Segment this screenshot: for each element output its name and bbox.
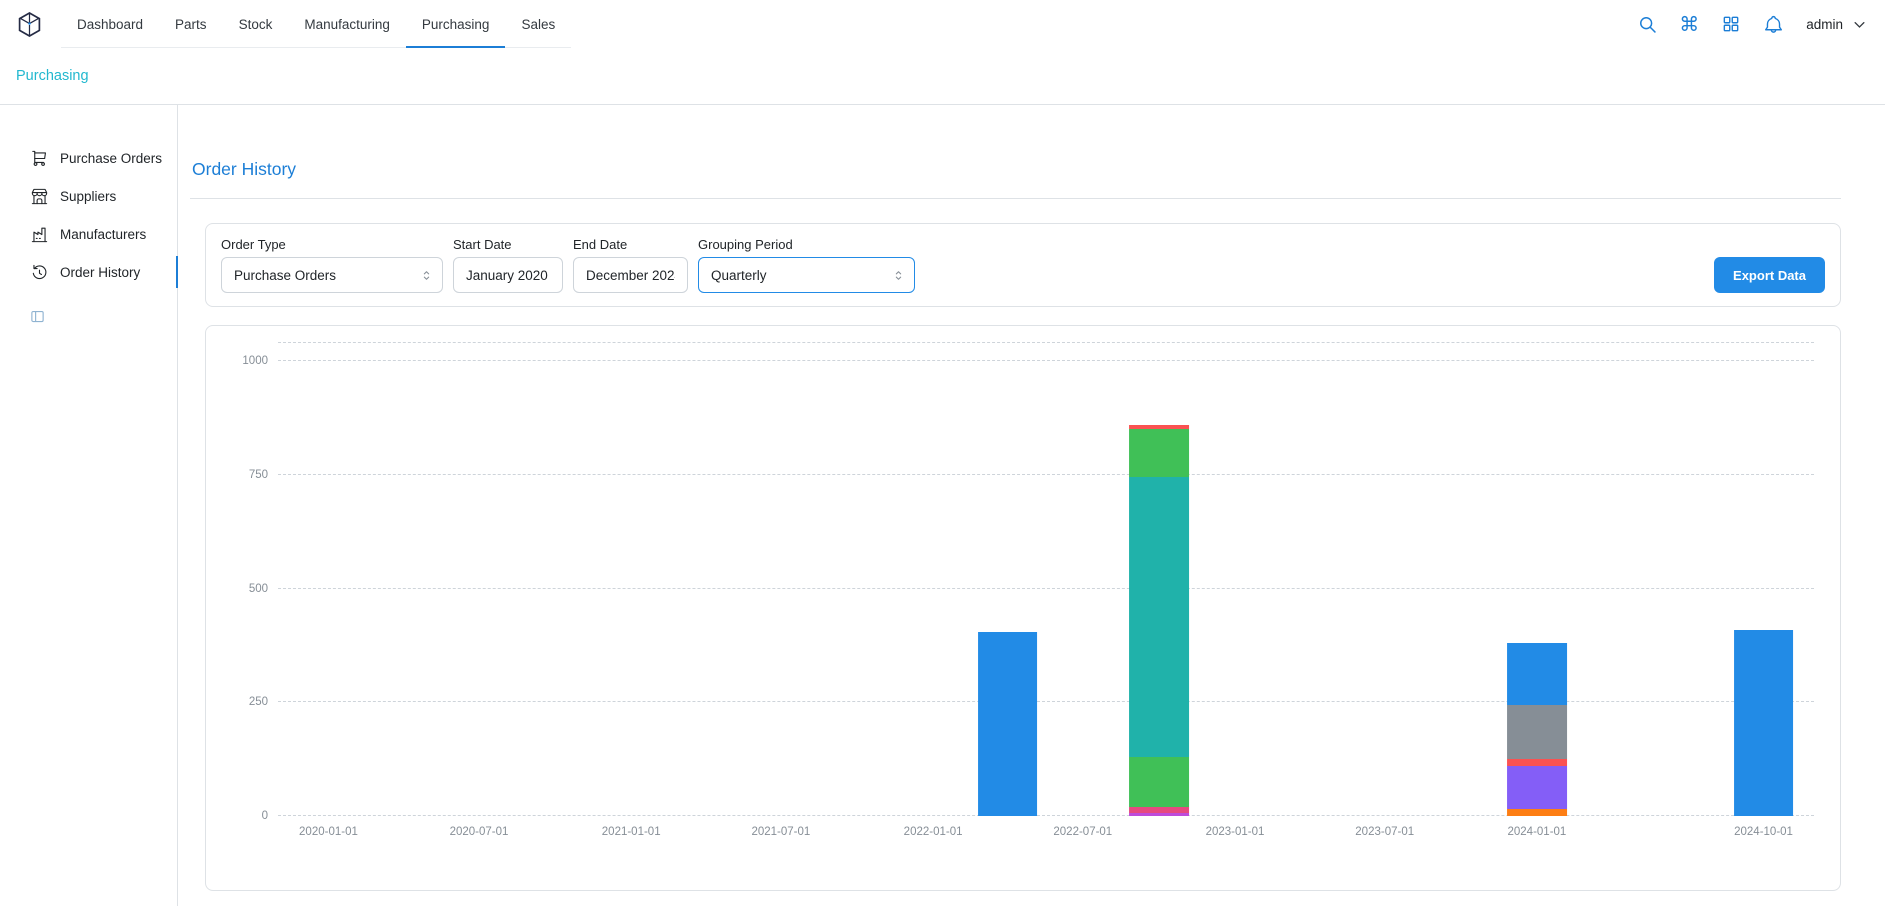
x-tick-label: 2022-07-01: [1053, 826, 1112, 838]
y-tick-label: 1000: [228, 355, 268, 367]
chart-bar[interactable]: [1734, 343, 1794, 816]
grouping-period-select[interactable]: Quarterly: [698, 257, 915, 293]
y-tick-label: 750: [228, 469, 268, 481]
sidebar-item-label: Suppliers: [60, 189, 116, 204]
package-hexagon-icon: [16, 11, 43, 38]
command-icon: ⌘: [1679, 14, 1699, 34]
order-history-panel: Order History Order Type Purchase Orders…: [178, 105, 1885, 906]
sidebar-item-suppliers[interactable]: Suppliers: [0, 177, 177, 215]
y-tick-label: 500: [228, 583, 268, 595]
page-title: Order History: [192, 159, 1841, 180]
grid-line: [278, 701, 1814, 702]
chart-bar-segment: [1507, 759, 1567, 766]
nav-tab-purchasing[interactable]: Purchasing: [406, 0, 506, 48]
app-window: Dashboard Parts Stock Manufacturing Purc…: [0, 0, 1885, 906]
sidebar-item-label: Purchase Orders: [60, 151, 162, 166]
chart-bar-segment: [1129, 477, 1189, 757]
sidebar-item-label: Order History: [60, 265, 140, 280]
notification-bell-icon: [1763, 14, 1784, 35]
start-date-input[interactable]: [453, 257, 563, 293]
scan-grid-icon: [1721, 14, 1741, 34]
chevron-up-down-icon: [892, 269, 905, 282]
main-nav: Dashboard Parts Stock Manufacturing Purc…: [61, 0, 571, 48]
chart-bar-segment: [1507, 705, 1567, 760]
collapse-sidebar-button[interactable]: [30, 309, 45, 327]
title-divider: [190, 198, 1841, 199]
order-type-select[interactable]: Purchase Orders: [221, 257, 443, 293]
chart-bar-segment: [1507, 809, 1567, 816]
username: admin: [1806, 17, 1843, 32]
factory-icon: [30, 225, 49, 244]
breadcrumb-bar: Purchasing: [0, 48, 1885, 105]
order-type-group: Order Type Purchase Orders: [221, 237, 443, 293]
content-area: Purchase Orders Suppliers Manufacturers: [0, 105, 1885, 906]
history-icon: [30, 263, 49, 282]
chart-x-axis: 2020-01-01 2020-07-01 2021-01-01 2021-07-01…: [278, 816, 1814, 846]
search-icon: [1637, 14, 1658, 35]
chevron-down-icon: [1852, 17, 1867, 32]
export-data-button[interactable]: Export Data: [1714, 257, 1825, 293]
end-date-input[interactable]: [573, 257, 688, 293]
app-header: Dashboard Parts Stock Manufacturing Purc…: [0, 0, 1885, 48]
end-date-label: End Date: [573, 237, 688, 252]
layout-sidebar-icon: [30, 309, 45, 324]
end-date-group: End Date: [573, 237, 688, 293]
x-tick-label: 2020-07-01: [450, 826, 509, 838]
user-menu[interactable]: admin: [1806, 17, 1867, 32]
chevron-up-down-icon: [420, 269, 433, 282]
filter-card: Order Type Purchase Orders Start Date: [205, 223, 1841, 307]
chart-card: 02505007501000 2020-01-012020-07-012021-…: [205, 325, 1841, 891]
chart-bar[interactable]: [1129, 343, 1189, 816]
start-date-group: Start Date: [453, 237, 563, 293]
search-button[interactable]: [1630, 7, 1664, 41]
start-date-label: Start Date: [453, 237, 563, 252]
order-type-value: Purchase Orders: [234, 268, 336, 283]
order-type-label: Order Type: [221, 237, 443, 252]
x-tick-label: 2021-01-01: [602, 826, 661, 838]
grouping-period-group: Grouping Period Quarterly: [698, 237, 915, 293]
grid-line: [278, 588, 1814, 589]
breadcrumb[interactable]: Purchasing: [16, 68, 89, 84]
x-tick-label: 2022-01-01: [904, 826, 963, 838]
sidebar-item-label: Manufacturers: [60, 227, 146, 242]
shopping-cart-icon: [30, 149, 49, 168]
x-tick-label: 2024-10-01: [1734, 826, 1793, 838]
chart-bar[interactable]: [978, 343, 1038, 816]
sidebar-item-purchase-orders[interactable]: Purchase Orders: [0, 139, 177, 177]
grouping-period-label: Grouping Period: [698, 237, 915, 252]
chart-bar-segment: [978, 632, 1038, 816]
x-tick-label: 2024-01-01: [1507, 826, 1566, 838]
sidebar-item-manufacturers[interactable]: Manufacturers: [0, 215, 177, 253]
chart-plot: 02505007501000: [278, 342, 1814, 816]
purchasing-sidebar: Purchase Orders Suppliers Manufacturers: [0, 105, 178, 906]
spotlight-button[interactable]: ⌘: [1672, 7, 1706, 41]
x-tick-label: 2020-01-01: [299, 826, 358, 838]
x-tick-label: 2023-07-01: [1355, 826, 1414, 838]
y-tick-label: 0: [228, 810, 268, 822]
y-tick-label: 250: [228, 696, 268, 708]
sidebar-item-order-history[interactable]: Order History: [0, 253, 177, 291]
grouping-period-value: Quarterly: [711, 268, 767, 283]
nav-tab-parts[interactable]: Parts: [159, 0, 223, 48]
header-actions: ⌘ admin: [1630, 7, 1867, 41]
chart-bar-segment: [1507, 766, 1567, 809]
grid-line: [278, 360, 1814, 361]
chart-bar-segment: [1129, 429, 1189, 477]
chart-bar-segment: [1734, 630, 1794, 816]
chart-bar-segment: [1507, 643, 1567, 704]
nav-tab-manufacturing[interactable]: Manufacturing: [288, 0, 406, 48]
app-logo[interactable]: [16, 11, 43, 38]
nav-tab-sales[interactable]: Sales: [505, 0, 571, 48]
x-tick-label: 2023-01-01: [1206, 826, 1265, 838]
chart-bar[interactable]: [1507, 343, 1567, 816]
grid-line: [278, 474, 1814, 475]
nav-tab-dashboard[interactable]: Dashboard: [61, 0, 159, 48]
x-tick-label: 2021-07-01: [751, 826, 810, 838]
barcode-scan-button[interactable]: [1714, 7, 1748, 41]
nav-tab-stock[interactable]: Stock: [223, 0, 289, 48]
notifications-button[interactable]: [1756, 7, 1790, 41]
building-store-icon: [30, 187, 49, 206]
chart-bar-segment: [1129, 757, 1189, 807]
